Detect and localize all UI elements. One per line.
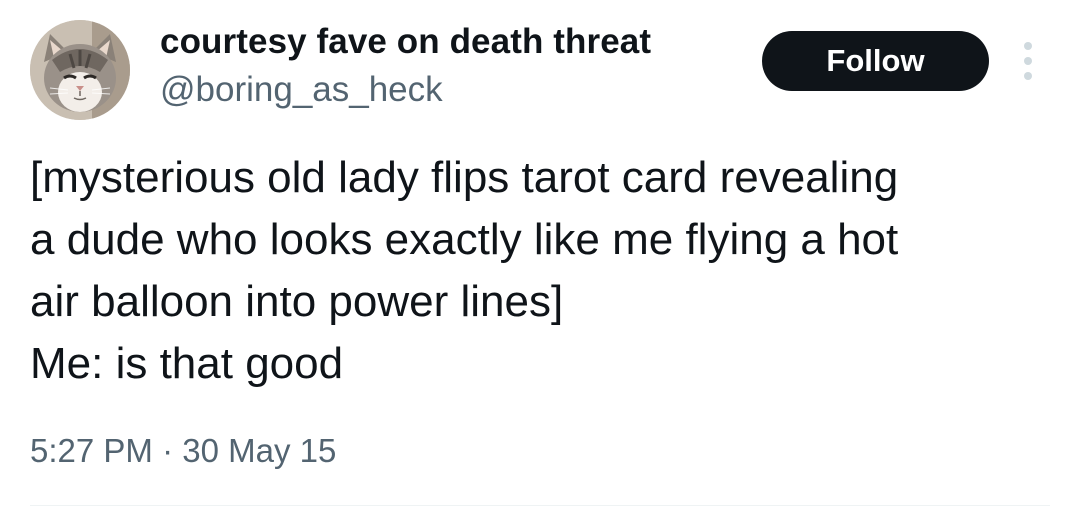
divider [30,505,1050,506]
author-display-name[interactable]: courtesy fave on death threat [160,22,651,62]
tweet-text: [mysterious old lady flips tarot card re… [30,147,1050,395]
tweet-card: courtesy fave on death threat @boring_as… [0,0,1080,516]
tweet-text-line: a dude who looks exactly like me flying … [30,215,899,264]
author-handle[interactable]: @boring_as_heck [160,70,443,110]
cat-avatar-icon [30,20,130,120]
follow-button[interactable]: Follow [762,31,989,91]
more-options-button[interactable] [1013,40,1043,82]
avatar[interactable] [30,20,130,120]
more-vertical-icon [1024,42,1032,80]
tweet-text-line: Me: is that good [30,339,344,388]
tweet-text-line: air balloon into power lines] [30,277,564,326]
tweet-timestamp[interactable]: 5:27 PM · 30 May 15 [30,432,336,470]
tweet-text-line: [mysterious old lady flips tarot card re… [30,153,899,202]
follow-button-label: Follow [826,43,925,78]
